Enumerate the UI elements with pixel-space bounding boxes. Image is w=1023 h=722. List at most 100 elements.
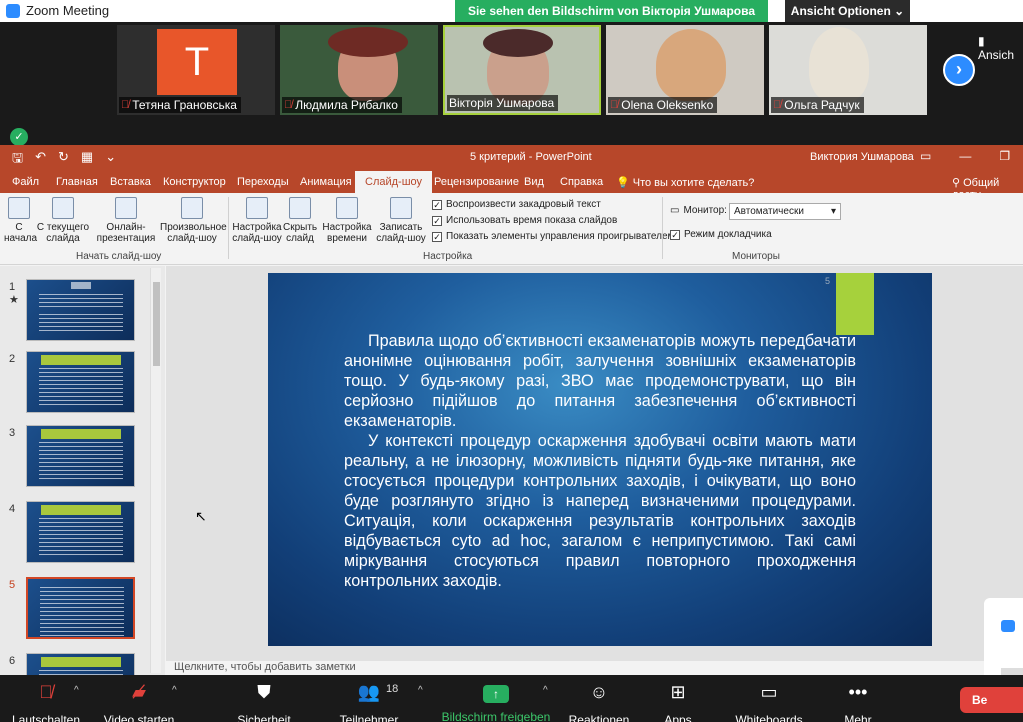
video-strip: T 🎙̸ Тетяна Грановська 🎙̸ Людмила Рибалко … xyxy=(0,22,1023,122)
chevron-down-icon: ⌄ xyxy=(894,4,905,18)
group-label-start: Начать слайд-шоу xyxy=(76,251,162,262)
participant-tile[interactable]: T 🎙̸ Тетяна Грановська xyxy=(117,25,275,115)
tab-help[interactable]: Справка xyxy=(560,176,603,188)
hide-slide-button[interactable]: Скрыть слайд xyxy=(283,197,317,244)
ribbon-tabs: Файл Главная Вставка Конструктор Переход… xyxy=(0,169,1023,201)
screen-share-banner: Sie sehen den Bildschirm von Вікторія Уш… xyxy=(455,0,768,22)
monitor-icon: ▭ xyxy=(670,205,680,216)
rehearse-timings-button[interactable]: Настройка времени xyxy=(322,197,372,244)
from-start-button[interactable]: С начала xyxy=(4,197,37,244)
group-divider xyxy=(228,197,229,259)
from-current-button[interactable]: С текущего слайда xyxy=(36,197,90,244)
group-divider xyxy=(662,197,663,259)
whiteboards-button[interactable]: ▭ Whiteboards xyxy=(730,680,808,722)
restore-icon[interactable]: ❐ xyxy=(999,149,1010,163)
use-timings-checkbox[interactable]: ✓ Использовать время показа слайдов xyxy=(432,215,617,226)
slide-preview xyxy=(26,653,135,675)
tab-insert[interactable]: Вставка xyxy=(110,176,151,188)
thumbnails-scrollbar[interactable] xyxy=(150,268,161,673)
custom-slideshow-button[interactable]: Произвольное слайд-шоу xyxy=(160,197,227,244)
participant-tile[interactable]: 🎙̸ Ольга Радчук xyxy=(769,25,927,115)
apps-icon: ⊞ xyxy=(670,682,686,702)
participant-name: 🎙̸ Olena Oleksenko xyxy=(608,97,718,113)
checkbox-checked-icon: ✓ xyxy=(432,199,442,210)
save-icon[interactable]: 🖫 xyxy=(12,149,23,171)
setup-icon xyxy=(246,197,268,219)
tab-transitions[interactable]: Переходы xyxy=(237,176,289,188)
audio-options-caret-icon[interactable]: ^ xyxy=(74,685,79,696)
ribbon-display-icon[interactable]: ▭ xyxy=(920,149,931,163)
presentation-icon: ▮ xyxy=(978,34,985,48)
slide-preview xyxy=(26,351,135,413)
more-button[interactable]: ••• Mehr xyxy=(838,680,878,722)
zoom-toolbar: 🎙̸ Lautschalten ^ ▰̸ Video starten ^ ⛊ Sich… xyxy=(0,675,1023,722)
mic-muted-icon: 🎙̸ xyxy=(39,682,53,702)
notes-pane[interactable]: Щелкните, чтобы добавить заметки xyxy=(166,661,1023,675)
show-media-controls-checkbox[interactable]: ✓ Показать элементы управления проигрыват… xyxy=(432,231,674,242)
slide-thumbnail[interactable]: 2 xyxy=(0,351,150,417)
tab-review[interactable]: Рецензирование xyxy=(434,176,519,188)
record-slideshow-button[interactable]: Записать слайд-шоу xyxy=(374,197,428,244)
participant-tile-active-speaker[interactable]: Вікторія Ушмарова xyxy=(443,25,601,115)
tab-file[interactable]: Файл xyxy=(12,176,39,188)
reactions-button[interactable]: ☺ Reaktionen xyxy=(566,680,632,722)
current-slide[interactable]: 5 Правила щодо об’єктивності екзаменатор… xyxy=(268,273,932,646)
tab-animations[interactable]: Анимация xyxy=(300,176,352,188)
tab-slideshow[interactable]: Слайд-шоу xyxy=(355,171,433,193)
video-options-caret-icon[interactable]: ^ xyxy=(172,685,177,696)
participant-name: 🎙̸ Тетяна Грановська xyxy=(119,97,241,113)
apps-button[interactable]: ⊞ Apps xyxy=(658,680,698,722)
slide-thumbnail[interactable]: 1 ★ xyxy=(0,279,150,345)
play-narrations-checkbox[interactable]: ✓ Воспроизвести закадровый текст xyxy=(432,199,601,210)
slide-preview xyxy=(26,425,135,487)
slide-thumbnail-selected[interactable]: 5 xyxy=(0,577,150,643)
mic-muted-icon: 🎙̸ xyxy=(284,99,293,111)
window-title: Zoom Meeting xyxy=(26,3,110,18)
unmute-button[interactable]: 🎙̸ Lautschalten xyxy=(10,680,82,722)
presenter-view-checkbox[interactable]: ✓ Режим докладчика xyxy=(670,229,772,240)
signed-in-user[interactable]: Виктория Ушмарова xyxy=(810,151,914,163)
slide-thumbnail[interactable]: 3 xyxy=(0,425,150,491)
minimize-icon[interactable]: — xyxy=(959,149,971,163)
tell-me-search[interactable]: 💡 Что вы хотите сделать? xyxy=(616,176,754,189)
mic-muted-icon: 🎙̸ xyxy=(773,99,782,111)
participant-video-hair xyxy=(328,27,408,57)
share-options-caret-icon[interactable]: ^ xyxy=(543,685,548,696)
zoom-title-bar: Zoom Meeting Sie sehen den Bildschirm vo… xyxy=(0,0,1023,22)
slide-page-number: 5 xyxy=(825,276,831,286)
next-page-arrow-icon[interactable]: › xyxy=(943,54,975,86)
monitor-select[interactable]: Автоматически ▾ xyxy=(729,203,841,220)
slide-number: 5 xyxy=(9,579,16,591)
present-online-button[interactable]: Онлайн-презентация xyxy=(94,197,158,244)
participant-name: Вікторія Ушмарова xyxy=(447,95,559,111)
participants-caret-icon[interactable]: ^ xyxy=(418,685,423,696)
slide-body-text[interactable]: Правила щодо об’єктивності екзаменаторів… xyxy=(344,331,856,591)
participant-tile[interactable]: 🎙̸ Olena Oleksenko xyxy=(606,25,764,115)
participant-tile[interactable]: 🎙̸ Людмила Рибалко xyxy=(280,25,438,115)
end-meeting-button[interactable]: Be xyxy=(960,687,1023,713)
customize-qat-icon[interactable]: ⌄ xyxy=(105,149,116,171)
redo-icon[interactable]: ↻ xyxy=(58,149,69,171)
slide-preview xyxy=(26,501,135,563)
setup-slideshow-button[interactable]: Настройка слайд-шоу xyxy=(232,197,282,244)
lightbulb-icon: 💡 xyxy=(616,177,630,189)
slide-thumbnail[interactable]: 6 xyxy=(0,653,150,675)
start-video-button[interactable]: ▰̸ Video starten xyxy=(102,680,176,722)
undo-icon[interactable]: ↶ xyxy=(35,149,46,171)
participant-video xyxy=(656,29,726,101)
tab-view[interactable]: Вид xyxy=(524,176,544,188)
slide-thumbnail[interactable]: 4 xyxy=(0,501,150,567)
ribbon-slideshow: С начала С текущего слайда Онлайн-презен… xyxy=(0,193,1023,265)
share-screen-button[interactable]: ↑ Bildschirm freigeben xyxy=(440,680,552,722)
view-options-button[interactable]: Ansicht Optionen ⌄ xyxy=(785,0,910,22)
scrollbar-thumb[interactable] xyxy=(153,282,160,366)
powerpoint-window: 🖫 ↶ ↻ ▦ ⌄ 5 критерий - PowerPoint Виктор… xyxy=(0,145,1023,675)
start-slideshow-icon[interactable]: ▦ xyxy=(81,149,93,171)
view-options-small[interactable]: ▮ Ansich xyxy=(978,34,1023,62)
security-button[interactable]: ⛊ Sicherheit xyxy=(232,680,296,722)
tab-design[interactable]: Конструктор xyxy=(163,176,226,188)
tab-home[interactable]: Главная xyxy=(56,176,98,188)
participant-video xyxy=(809,27,869,103)
slide-number: 1 ★ xyxy=(9,281,19,306)
group-label-setup: Настройка xyxy=(423,251,473,262)
